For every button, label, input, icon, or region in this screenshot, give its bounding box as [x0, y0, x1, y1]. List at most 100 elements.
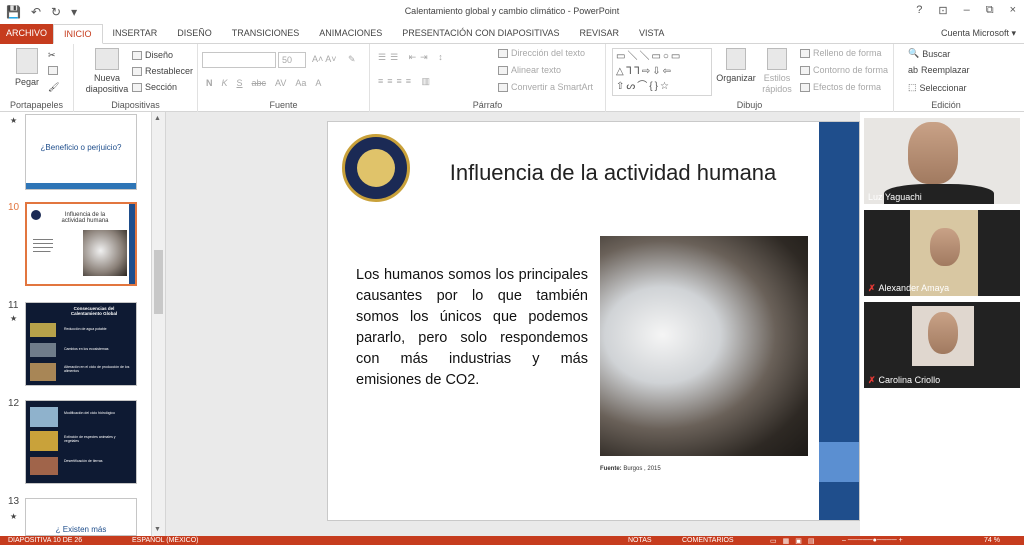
participant-avatar: [908, 122, 958, 184]
notes-button[interactable]: NOTAS: [628, 537, 652, 544]
copy-icon[interactable]: [48, 66, 58, 75]
minimize-button[interactable]: –: [964, 4, 970, 17]
select-button[interactable]: ⬚ Seleccionar: [908, 82, 967, 93]
tab-diseno[interactable]: DISEÑO: [167, 24, 222, 44]
participant-avatar: [930, 228, 960, 266]
smartart-button[interactable]: Convertir a SmartArt: [498, 82, 593, 92]
reset-button[interactable]: Restablecer: [132, 66, 193, 76]
thumbnail-slide-11[interactable]: Consecuencias del Calentamiento Global R…: [25, 302, 137, 386]
participant-tile[interactable]: ✗ Alexander Amaya: [864, 210, 1020, 296]
current-slide: Influencia de la actividad humana Los hu…: [327, 121, 860, 521]
layout-button[interactable]: Diseño: [132, 50, 173, 60]
thumbnail-slide-10[interactable]: Influencia de la actividad humana ▬▬▬▬▬▬…: [25, 202, 137, 286]
slide-source: Fuente: Burgos , 2015: [600, 466, 661, 472]
thumbnail-slide-9[interactable]: ¿Beneficio o perjuicio?: [25, 114, 137, 190]
zoom-level[interactable]: 74 %: [984, 537, 1000, 544]
cut-icon[interactable]: ✂: [48, 50, 56, 61]
slide-thumbnails-panel: ★ ¿Beneficio o perjuicio? 10 Influencia …: [0, 112, 152, 536]
language-indicator[interactable]: ESPAÑOL (MÉXICO): [132, 537, 199, 544]
font-format-buttons: N K S abc AV Aa A: [206, 78, 321, 88]
thumb-image: [30, 431, 58, 451]
section-button[interactable]: Sección: [132, 82, 177, 92]
list-buttons-icon[interactable]: ☰☰ ⇤⇥ ↕: [378, 52, 447, 63]
zoom-slider[interactable]: – ─────●──── +: [842, 537, 903, 544]
slide-side-bar: [819, 122, 859, 520]
slide-title[interactable]: Influencia de la actividad humana: [438, 156, 788, 189]
format-painter-icon[interactable]: 🖌: [48, 82, 59, 93]
group-font: 50 A˄ A˅ ✎ N K S abc AV Aa A Fuente: [198, 44, 370, 112]
participant-name: ✗ Alexander Amaya: [868, 283, 950, 293]
strikethrough-button[interactable]: abc: [252, 78, 267, 88]
thumb-bar: [129, 204, 135, 284]
scroll-up-icon[interactable]: ▲: [154, 115, 161, 122]
shape-effects-button[interactable]: Efectos de forma: [800, 82, 881, 92]
arrange-button[interactable]: Organizar: [716, 48, 756, 84]
tab-archivo[interactable]: ARCHIVO: [0, 24, 54, 44]
muted-mic-icon: ✗: [868, 375, 876, 385]
ribbon-display-button[interactable]: ⊡: [938, 4, 947, 17]
quick-styles-button[interactable]: Estilos rápidos: [758, 48, 796, 95]
text-direction-button[interactable]: Dirección del texto: [498, 48, 585, 58]
new-slide-icon: [95, 48, 119, 70]
slide-body-text[interactable]: Los humanos somos los principales causan…: [356, 265, 588, 391]
tab-insertar[interactable]: INSERTAR: [103, 24, 168, 44]
shape-fill-button[interactable]: Relleno de forma: [800, 48, 882, 58]
muted-mic-icon: ✗: [868, 283, 876, 293]
shapes-gallery[interactable]: ▭＼＼▭○▭ △ᒣᒣ⇨⇩⇦ ⇧ᔕ⌒{}☆: [612, 48, 712, 96]
search-icon: 🔍: [908, 48, 920, 58]
view-buttons[interactable]: ▭▦▣▤: [770, 537, 820, 545]
group-drawing: ▭＼＼▭○▭ △ᒣᒣ⇨⇩⇦ ⇧ᔕ⌒{}☆ Organizar Estilos ráp…: [606, 44, 894, 112]
shape-outline-button[interactable]: Contorno de forma: [800, 65, 888, 75]
grow-font-icon[interactable]: A˄ A˅: [312, 54, 337, 64]
tab-animaciones[interactable]: ANIMACIONES: [309, 24, 392, 44]
thumb-body-lines: ▬▬▬▬▬▬▬▬ ▬▬▬▬▬▬▬▬ ▬▬▬▬▬▬▬▬ ▬▬▬▬▬▬▬: [33, 238, 53, 253]
font-family-combo[interactable]: [202, 52, 276, 68]
underline-button[interactable]: S: [237, 78, 243, 88]
close-button[interactable]: ×: [1010, 4, 1016, 17]
transition-star-icon: ★: [10, 116, 18, 125]
font-color-button[interactable]: A: [315, 78, 321, 88]
font-size-combo[interactable]: 50: [278, 52, 306, 68]
exhaust-photo[interactable]: [600, 236, 808, 456]
replace-icon: ab: [908, 65, 919, 75]
scroll-thumb[interactable]: [154, 250, 163, 314]
italic-button[interactable]: K: [222, 78, 228, 88]
paste-button[interactable]: Pegar: [12, 48, 42, 88]
group-label: Fuente: [269, 100, 298, 110]
logo-mini: [31, 210, 41, 220]
replace-button[interactable]: ab Reemplazar: [908, 65, 970, 75]
thumb-image: [30, 323, 56, 337]
window-title: Calentamiento global y cambio climático …: [404, 6, 620, 16]
group-label: Edición: [931, 100, 961, 110]
status-bar: DIAPOSITIVA 10 DE 26 ESPAÑOL (MÉXICO) NO…: [0, 536, 1024, 545]
tab-presentacion[interactable]: PRESENTACIÓN CON DIAPOSITIVAS: [392, 24, 569, 44]
new-slide-button[interactable]: Nueva diapositiva: [82, 48, 132, 95]
slide-counter: DIAPOSITIVA 10 DE 26: [8, 537, 83, 544]
tab-revisar[interactable]: REVISAR: [569, 24, 629, 44]
participant-tile[interactable]: ✗ Carolina Criollo: [864, 302, 1020, 388]
change-case-button[interactable]: Aa: [295, 78, 306, 88]
bold-button[interactable]: N: [206, 78, 213, 88]
transition-star-icon: ★: [10, 512, 18, 521]
thumbnail-slide-12[interactable]: Modificación del ciclo hidrológico Extin…: [25, 400, 137, 484]
title-bar: 💾 ↶ ↻ ▾ Calentamiento global y cambio cl…: [0, 0, 1024, 24]
window-controls: ? ⊡ – ⧉ ×: [916, 4, 1016, 17]
participant-tile[interactable]: Luz Yaguachi: [864, 118, 1020, 204]
help-button[interactable]: ?: [916, 4, 922, 17]
scroll-down-icon[interactable]: ▼: [154, 526, 161, 533]
thumbnails-scrollbar[interactable]: ▲ ▼: [152, 112, 166, 536]
clear-format-icon[interactable]: ✎: [348, 54, 356, 65]
thumbnail-slide-13[interactable]: ¿ Existen más: [25, 498, 137, 536]
tab-vista[interactable]: VISTA: [629, 24, 674, 44]
account-menu[interactable]: Cuenta Microsoft ▾: [941, 28, 1016, 39]
group-slides: Nueva diapositiva Diseño Restablecer Sec…: [74, 44, 198, 112]
align-buttons-icon[interactable]: ≡≡≡≡ ▥: [378, 76, 434, 87]
restore-button[interactable]: ⧉: [986, 4, 994, 17]
clipboard-icon: [16, 48, 38, 74]
find-button[interactable]: 🔍 Buscar: [908, 48, 950, 59]
tab-inicio[interactable]: INICIO: [53, 24, 103, 44]
tab-transiciones[interactable]: TRANSICIONES: [222, 24, 310, 44]
align-text-button[interactable]: Alinear texto: [498, 65, 561, 75]
comments-button[interactable]: COMENTARIOS: [682, 537, 734, 544]
spacing-button[interactable]: AV: [275, 78, 286, 88]
